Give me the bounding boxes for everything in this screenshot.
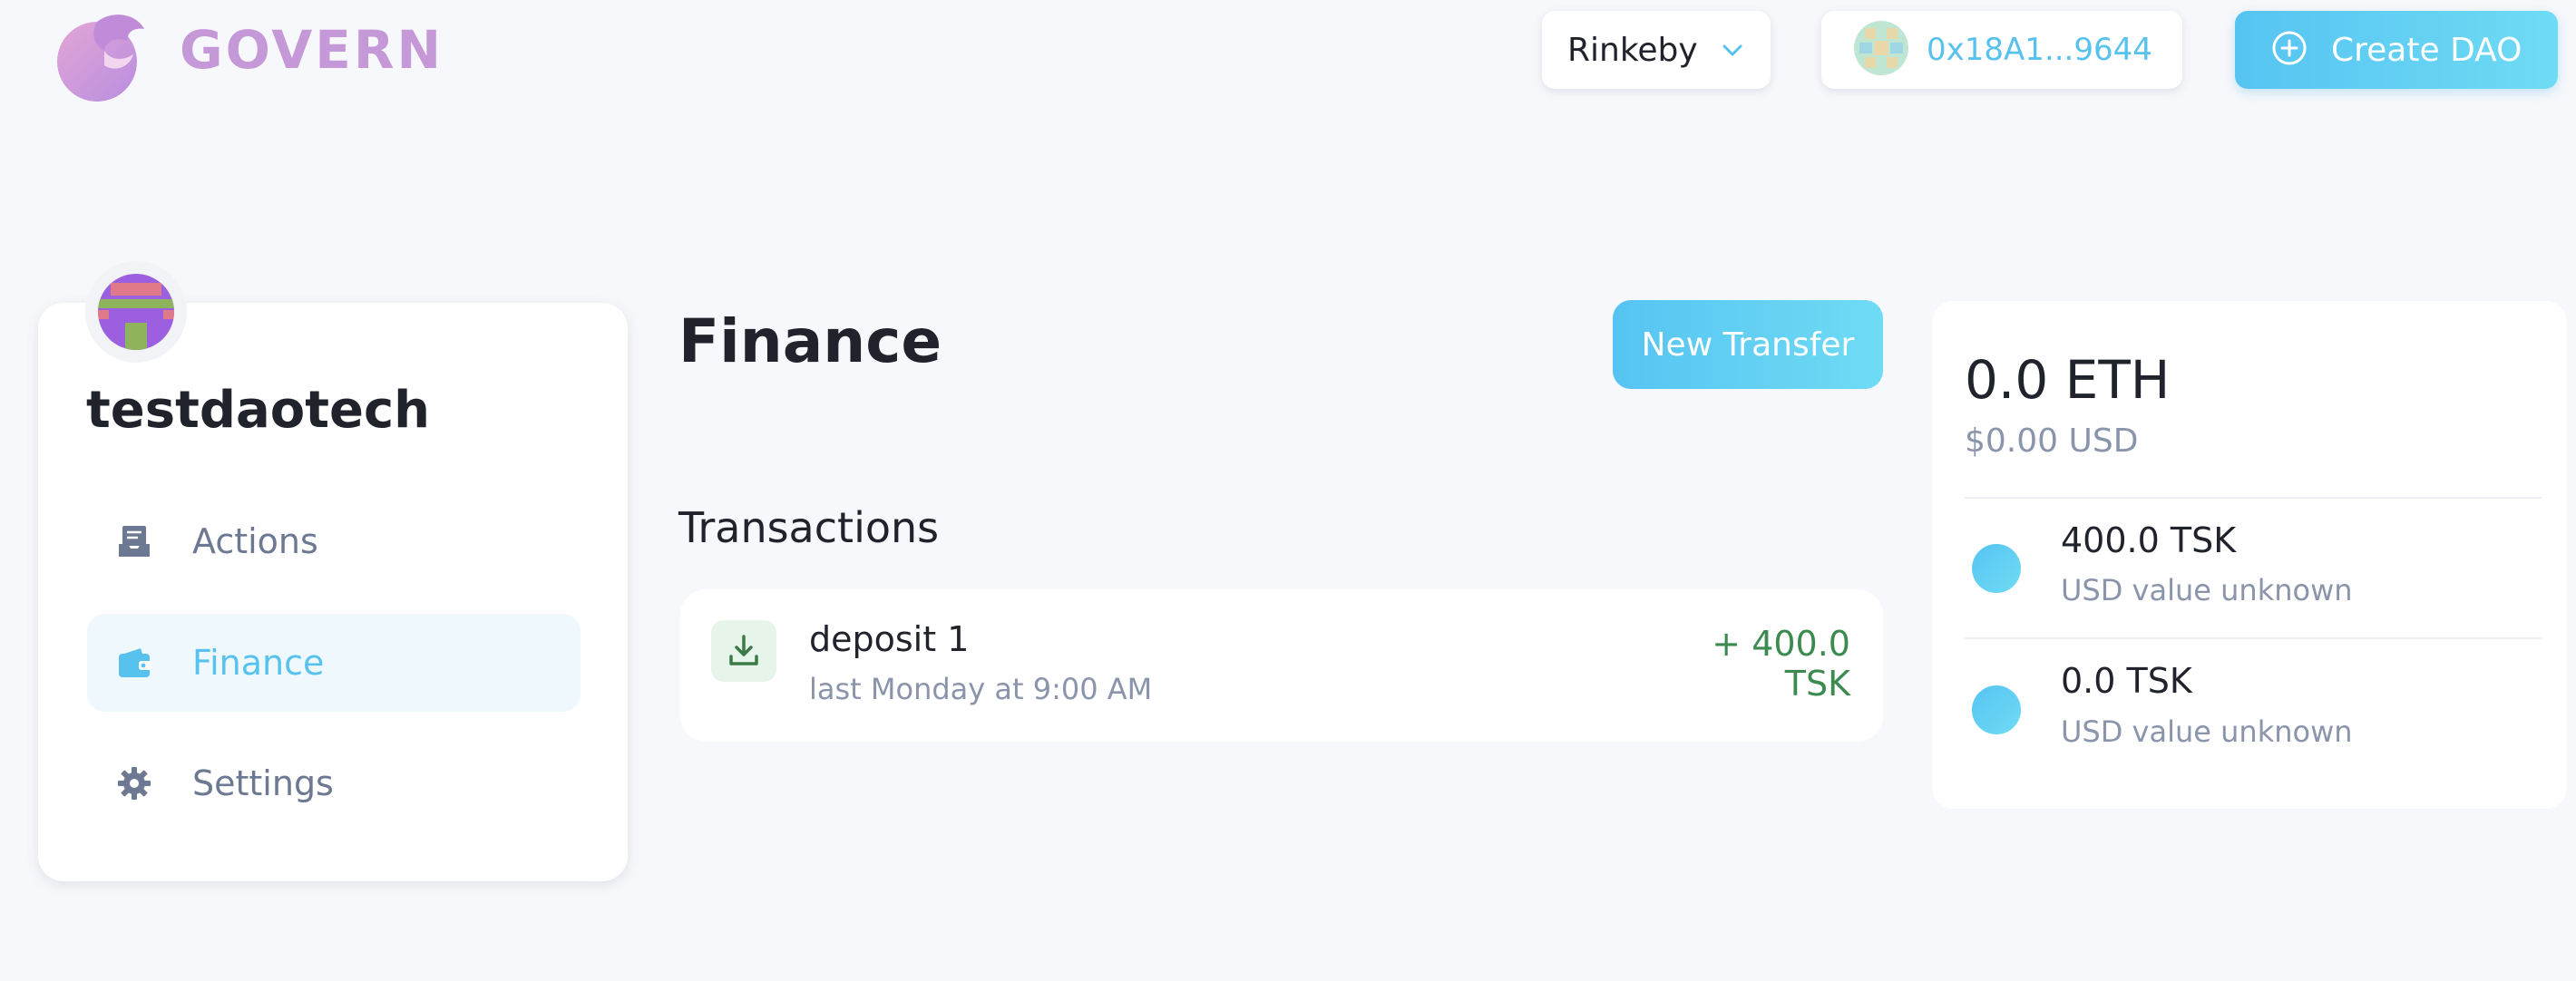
dao-avatar — [85, 261, 187, 363]
transactions-heading: Transactions — [678, 503, 940, 552]
wallet-icon — [116, 645, 152, 681]
brand-name: GOVERN — [180, 19, 444, 81]
eth-usd-value: $0.00 USD — [1965, 423, 2139, 460]
sidebar-item-settings[interactable]: Settings — [87, 734, 581, 832]
token-icon — [1972, 544, 2021, 593]
account-address: 0x18A1...9644 — [1927, 32, 2152, 68]
sidebar-item-label: Settings — [192, 763, 334, 803]
token-amount: 400.0 TSK — [2061, 520, 2237, 560]
sidebar-item-label: Actions — [192, 521, 318, 561]
sidebar-item-label: Finance — [192, 643, 325, 683]
gear-icon — [116, 765, 152, 801]
transaction-time: last Monday at 9:00 AM — [809, 672, 1153, 706]
govern-logo-icon[interactable] — [50, 9, 150, 103]
token-icon — [1972, 685, 2021, 734]
token-usd-value: USD value unknown — [2061, 573, 2353, 607]
transaction-amount: + 400.0 TSK — [1712, 624, 1850, 704]
token-amount: 0.0 TSK — [2061, 661, 2192, 701]
download-icon — [711, 620, 776, 682]
eth-balance: 0.0 ETH — [1965, 349, 2171, 411]
divider — [1965, 637, 2542, 639]
network-select[interactable]: Rinkeby — [1542, 11, 1771, 89]
transaction-title: deposit 1 — [809, 619, 970, 659]
identicon-avatar — [1854, 21, 1908, 79]
inbox-icon — [116, 523, 152, 559]
create-dao-label: Create DAO — [2331, 31, 2522, 69]
divider — [1965, 497, 2542, 499]
sidebar-item-finance[interactable]: Finance — [87, 614, 581, 712]
dao-name: testdaotech — [86, 381, 431, 440]
plus-circle-icon — [2271, 30, 2308, 70]
chevron-down-icon — [1722, 40, 1743, 62]
page-title: Finance — [678, 306, 942, 376]
account-button[interactable]: 0x18A1...9644 — [1821, 11, 2182, 89]
new-transfer-button[interactable]: New Transfer — [1613, 300, 1883, 389]
network-label: Rinkeby — [1567, 31, 1698, 69]
create-dao-button[interactable]: Create DAO — [2235, 11, 2558, 89]
sidebar-item-actions[interactable]: Actions — [87, 492, 581, 590]
token-usd-value: USD value unknown — [2061, 714, 2353, 749]
